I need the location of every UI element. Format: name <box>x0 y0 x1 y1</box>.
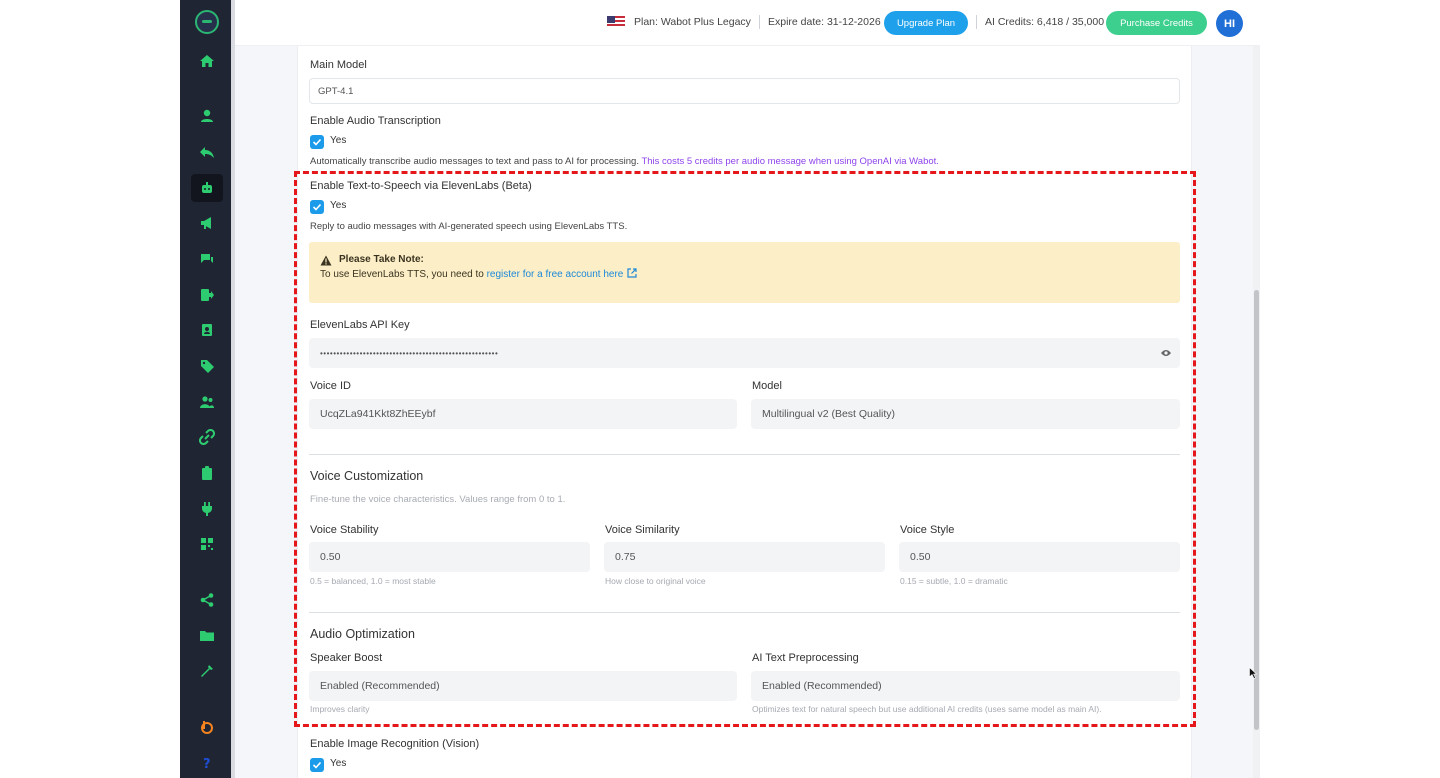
app-window: ? Plan: Wabot Plus Legacy Expire date: 3… <box>0 0 1440 778</box>
tts-label: Enable Text-to-Speech via ElevenLabs (Be… <box>310 180 532 192</box>
voice-stability-input[interactable]: 0.50 <box>309 542 590 572</box>
chat-icon[interactable] <box>191 245 223 273</box>
mouse-cursor-icon <box>1249 667 1257 679</box>
tts-yes-label: Yes <box>330 200 347 211</box>
clipboard-icon[interactable] <box>191 459 223 487</box>
note-title: Please Take Note: <box>339 254 424 265</box>
main-model-label: Main Model <box>310 59 367 71</box>
model-select[interactable]: Multilingual v2 (Best Quality) <box>751 399 1180 429</box>
voice-stability-hint: 0.5 = balanced, 1.0 = most stable <box>310 576 436 586</box>
expire-date: Expire date: 31-12-2026 <box>768 16 881 28</box>
note-text: To use ElevenLabs TTS, you need to regis… <box>320 268 637 280</box>
voice-id-input[interactable]: UcqZLa941Kkt8ZhEEybf <box>309 399 737 429</box>
home-icon[interactable] <box>191 47 223 75</box>
api-key-input[interactable]: ••••••••••••••••••••••••••••••••••••••••… <box>309 338 1180 368</box>
divider <box>309 612 1180 613</box>
plug-icon[interactable] <box>191 495 223 523</box>
folder-icon[interactable] <box>191 621 223 649</box>
app-logo[interactable] <box>195 10 219 34</box>
speaker-boost-select[interactable]: Enabled (Recommended) <box>309 671 737 701</box>
scrollbar-thumb[interactable] <box>1254 290 1259 730</box>
warning-icon <box>320 255 332 266</box>
export-icon[interactable] <box>191 281 223 309</box>
speaker-boost-label: Speaker Boost <box>310 652 383 664</box>
voice-id-label: Voice ID <box>310 380 351 392</box>
separator <box>976 15 977 29</box>
vision-label: Enable Image Recognition (Vision) <box>310 738 480 750</box>
divider <box>309 454 1180 455</box>
plan-label: Plan: Wabot Plus Legacy <box>634 16 751 28</box>
audio-transcription-help: Automatically transcribe audio messages … <box>310 156 939 167</box>
avatar[interactable]: HI <box>1216 10 1243 37</box>
preprocessing-hint: Optimizes text for natural speech but us… <box>752 704 1102 714</box>
brand-icon[interactable] <box>191 713 223 741</box>
note-body: To use ElevenLabs TTS, you need to <box>320 269 484 280</box>
voice-similarity-input[interactable]: 0.75 <box>604 542 885 572</box>
tag-icon[interactable] <box>191 352 223 380</box>
user-icon[interactable] <box>191 102 223 130</box>
ai-credits: AI Credits: 6,418 / 35,000 <box>985 16 1105 28</box>
main-model-input[interactable]: GPT-4.1 <box>309 78 1180 104</box>
preprocessing-select[interactable]: Enabled (Recommended) <box>751 671 1180 701</box>
separator <box>759 15 760 29</box>
voice-similarity-hint: How close to original voice <box>605 576 706 586</box>
voice-customization-title: Voice Customization <box>310 469 424 483</box>
tools-icon[interactable] <box>191 657 223 685</box>
users-icon[interactable] <box>191 388 223 416</box>
audio-transcription-yes-label: Yes <box>330 135 347 146</box>
reply-icon[interactable] <box>191 138 223 166</box>
audio-transcription-help-text: Automatically transcribe audio messages … <box>310 156 639 167</box>
speaker-boost-hint: Improves clarity <box>310 704 370 714</box>
megaphone-icon[interactable] <box>191 209 223 237</box>
link-icon[interactable] <box>191 423 223 451</box>
voice-style-hint: 0.15 = subtle, 1.0 = dramatic <box>900 576 1008 586</box>
us-flag-icon <box>607 16 625 28</box>
show-password-eye-icon[interactable] <box>1160 348 1172 358</box>
api-key-label: ElevenLabs API Key <box>310 319 410 331</box>
register-link[interactable]: register for a free account here <box>487 269 624 280</box>
external-link-icon[interactable] <box>627 268 637 278</box>
help-icon[interactable]: ? <box>191 748 223 776</box>
voice-style-input[interactable]: 0.50 <box>899 542 1180 572</box>
qr-code-icon[interactable] <box>191 530 223 558</box>
contact-card-icon[interactable] <box>191 316 223 344</box>
vision-checkbox[interactable] <box>310 758 324 772</box>
upgrade-plan-button[interactable]: Upgrade Plan <box>884 11 968 35</box>
tts-checkbox[interactable] <box>310 200 324 214</box>
voice-stability-label: Voice Stability <box>310 524 379 536</box>
model-label: Model <box>752 380 782 392</box>
share-icon[interactable] <box>191 586 223 614</box>
audio-optimization-title: Audio Optimization <box>310 627 415 641</box>
svg-text:?: ? <box>203 757 211 770</box>
audio-transcription-label: Enable Audio Transcription <box>310 115 441 127</box>
preprocessing-label: AI Text Preprocessing <box>752 652 859 664</box>
voice-customization-subtitle: Fine-tune the voice characteristics. Val… <box>310 494 566 505</box>
tts-help: Reply to audio messages with AI-generate… <box>310 221 628 232</box>
audio-transcription-checkbox[interactable] <box>310 135 324 149</box>
voice-similarity-label: Voice Similarity <box>605 524 680 536</box>
purchase-credits-button[interactable]: Purchase Credits <box>1106 11 1207 35</box>
vision-yes-label: Yes <box>330 758 347 769</box>
voice-style-label: Voice Style <box>900 524 955 536</box>
robot-icon[interactable] <box>191 174 223 202</box>
audio-transcription-cost-text: This costs 5 credits per audio message w… <box>641 156 939 167</box>
